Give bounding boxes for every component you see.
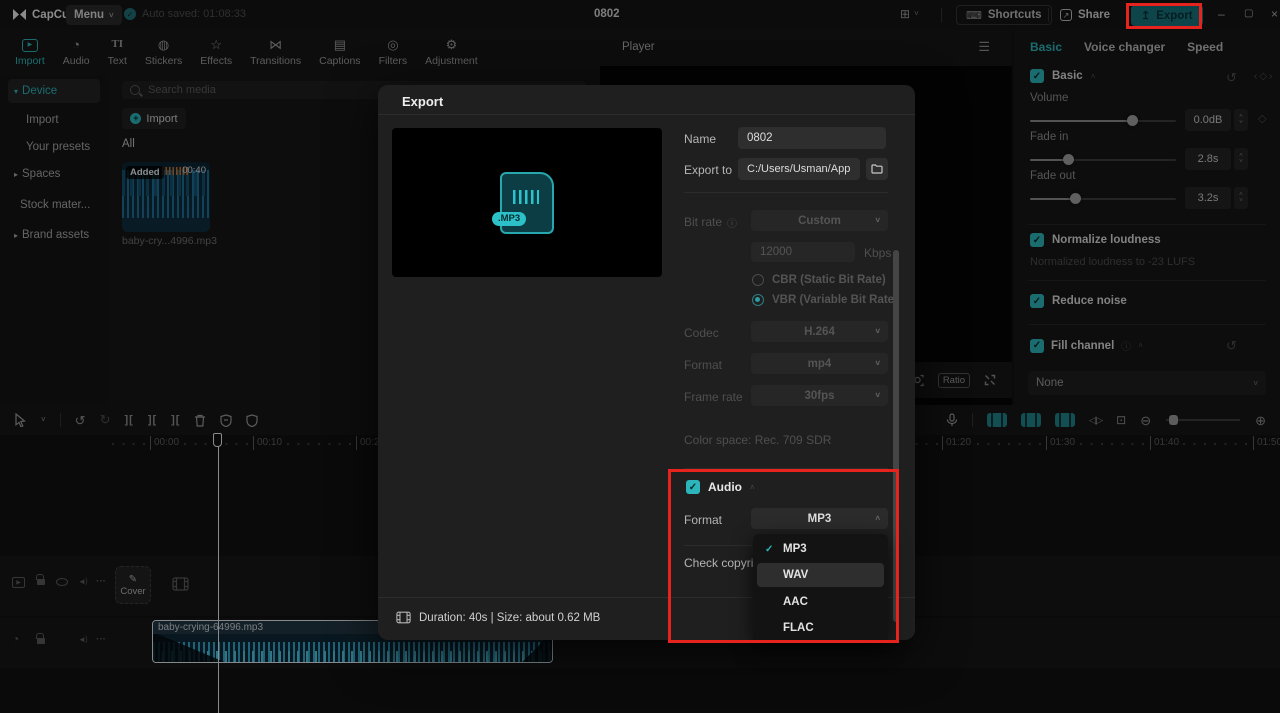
divider [684,545,752,546]
divider [378,114,915,115]
export-path-input[interactable] [738,158,860,180]
browse-folder-button[interactable] [866,158,888,180]
option-wav[interactable]: WAV [757,563,884,587]
export-summary: Duration: 40s | Size: about 0.62 MB [396,611,600,624]
collapse-icon[interactable]: ˄ [750,483,755,492]
vbr-label: VBR (Variable Bit Rate) [772,294,898,306]
frame-rate-label: Frame rate [684,390,743,404]
format-value: mp4 [808,358,832,370]
mp3-file-icon: .MP3 [500,172,554,234]
info-icon: ⓘ [727,215,737,230]
divider [684,192,888,193]
format-select[interactable]: mp4 ˅ [751,353,888,374]
audio-checkbox[interactable]: ✓ [686,480,700,494]
cbr-radio[interactable] [752,274,764,286]
export-preview: .MP3 [392,128,662,277]
option-label: MP3 [783,543,807,555]
export-to-label: Export to [684,163,732,177]
mp3-badge: .MP3 [492,212,526,226]
frame-rate-value: 30fps [804,390,834,402]
bit-rate-value: Custom [798,215,841,227]
audio-section-title: Audio [708,480,742,494]
duration-size-text: Duration: 40s | Size: about 0.62 MB [419,612,600,624]
export-name-input[interactable] [738,127,886,149]
dialog-title: Export [402,94,443,109]
audio-format-label: Format [684,513,722,527]
color-space-text: Color space: Rec. 709 SDR [684,433,831,447]
divider [684,468,888,469]
option-label: AAC [783,596,808,608]
bit-rate-select[interactable]: Custom ˅ [751,210,888,231]
chevron-down-icon: ˅ [875,359,880,368]
chevron-down-icon: ˅ [875,216,880,225]
audio-format-select[interactable]: MP3 ˄ [751,508,888,529]
kbps-label: Kbps [864,246,891,260]
capcut-app: CapCut Menu ˅ ✓ Auto saved: 01:08:33 080… [0,0,1280,713]
dialog-scrollbar[interactable] [893,250,899,622]
option-label: FLAC [783,622,814,634]
codec-select[interactable]: H.264 ˅ [751,321,888,342]
check-icon: ✓ [765,544,773,555]
codec-value: H.264 [804,326,835,338]
bit-rate-label: Bit rate [684,215,722,229]
option-label: WAV [783,569,808,581]
option-aac[interactable]: AAC [757,590,884,614]
chevron-down-icon: ˅ [875,391,880,400]
chevron-up-icon: ˄ [875,514,880,523]
name-label: Name [684,132,716,146]
check-copyright-label: Check copyrig [684,556,760,570]
waveform-glyph [513,190,539,204]
cbr-label: CBR (Static Bit Rate) [772,274,886,286]
audio-section-header: ✓ Audio ˄ [686,480,755,494]
option-flac[interactable]: FLAC [757,616,884,640]
bitrate-number-input[interactable] [751,242,855,262]
vbr-radio[interactable] [752,294,764,306]
format-label: Format [684,358,722,372]
chevron-down-icon: ˅ [875,327,880,336]
audio-format-value: MP3 [808,513,832,525]
film-icon [396,611,411,624]
audio-format-dropdown: ✓ MP3 WAV AAC FLAC [753,534,888,642]
frame-rate-select[interactable]: 30fps ˅ [751,385,888,406]
option-mp3[interactable]: ✓ MP3 [757,537,884,561]
codec-label: Codec [684,326,719,340]
